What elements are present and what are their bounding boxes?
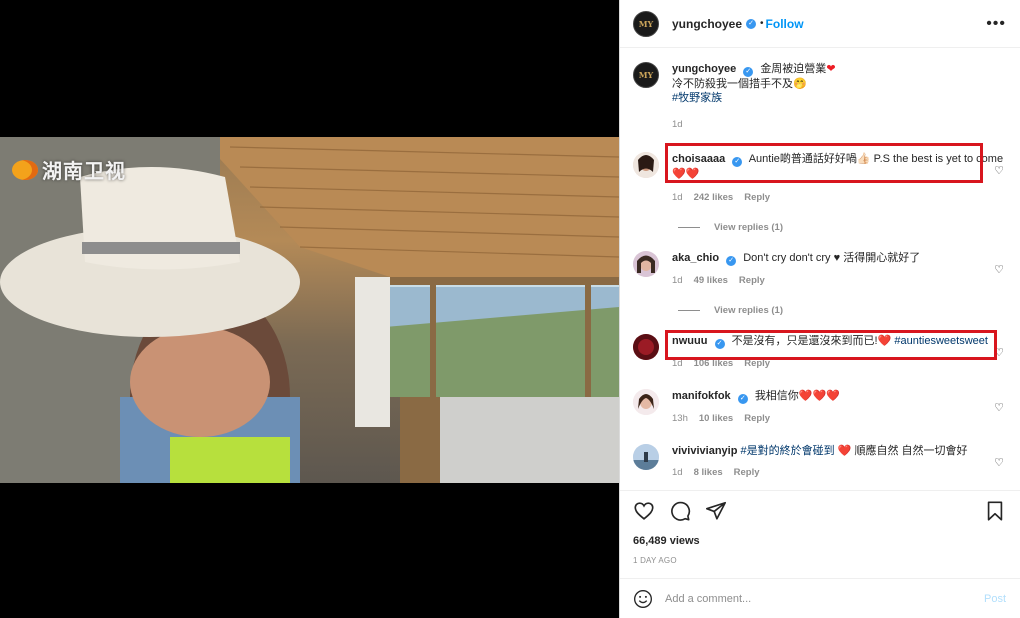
media-viewer[interactable]: 湖南卫视 [0,0,619,618]
verified-icon: ✓ [732,157,743,167]
verified-icon: ✓ [743,67,754,77]
divider-line [678,227,700,228]
verified-icon: ✓ [746,18,757,29]
caption-username[interactable]: yungchoyee [672,63,736,75]
post-timestamp: 1 DAY AGO [633,556,677,565]
verified-icon: ✓ [726,256,737,266]
comment-username[interactable]: vivivivianyip [672,445,737,457]
heart-icon[interactable]: ♡ [994,263,1004,276]
comment-icon[interactable] [669,500,691,522]
heart-emoji: ❤ [826,63,836,75]
add-comment-bar: Post [620,578,1020,618]
divider-line [678,310,700,311]
comment-text: 順應自然 自然一切會好 [854,445,968,457]
caption-time: 1d [672,119,683,130]
view-replies-label: View replies (1) [714,222,783,233]
comment-text: Don't cry don't cry ♥ 活得開心就好了 [743,252,921,264]
comment-likes[interactable]: 10 likes [699,412,733,426]
author-username[interactable]: yungchoyee [672,17,742,31]
bookmark-icon[interactable] [984,500,1006,522]
commenter-photo [633,334,659,360]
channel-logo-mark [12,159,38,180]
view-replies-button[interactable]: View replies (1) [678,222,1006,233]
caption-avatar[interactable]: MY [633,62,659,88]
post-side-panel: MY yungchoyee ✓ • Follow ••• MY yungchoy… [619,0,1020,618]
view-replies-label: View replies (1) [714,305,783,316]
comment-time: 13h [672,413,688,424]
comment-username[interactable]: nwuuu [672,335,707,347]
reply-button[interactable]: Reply [744,412,770,426]
comment-item: choisaaaa ✓ Auntie啲普通話好好喎👍🏻 P.S the best… [633,152,1006,205]
comment-likes[interactable]: 8 likes [694,466,723,480]
comment-hearts: ❤️❤️ [672,168,700,180]
reply-button[interactable]: Reply [744,191,770,205]
comment-time: 1d [672,358,683,369]
post-caption: MY yungchoyee ✓ 金周被迫營業❤ 冷不防殺我一個措手不及🤭 #牧野… [633,62,1006,132]
comment-item: nwuuu ✓ 不是沒有，只是還沒來到而已!❤️ #auntiesweetswe… [633,334,1006,371]
comments-list[interactable]: MY yungchoyee ✓ 金周被迫營業❤ 冷不防殺我一個措手不及🤭 #牧野… [620,49,1020,490]
commenter-avatar[interactable] [633,334,659,360]
post-header: MY yungchoyee ✓ • Follow ••• [620,0,1020,48]
comment-likes[interactable]: 106 likes [694,357,734,371]
commenter-avatar[interactable] [633,152,659,178]
comment-hearts: ❤️❤️❤️ [798,390,840,402]
caption-hashtag[interactable]: #牧野家族 [672,92,722,104]
comment-item: manifokfok ✓ 我相信你❤️❤️❤️ 13h 10 likes Rep… [633,389,1006,426]
commenter-avatar[interactable] [633,251,659,277]
view-count[interactable]: 66,489 views [633,535,1006,547]
heart-icon[interactable]: ♡ [994,164,1004,177]
commenter-photo [633,444,659,470]
comment-time: 1d [672,275,683,286]
verified-icon: ✓ [714,339,725,349]
commenter-photo [633,152,659,178]
comment-likes[interactable]: 49 likes [694,274,728,288]
comment-username[interactable]: choisaaaa [672,153,725,165]
comment-time: 1d [672,192,683,203]
comment-item: vivivivianyip #是對的終於會碰到 ❤️ 順應自然 自然一切會好 1… [633,444,1006,480]
video-still [0,137,619,483]
comment-hearts: ❤️ [837,445,852,457]
follow-button[interactable]: Follow [766,17,804,31]
caption-line2: 冷不防殺我一個措手不及🤭 [672,78,807,90]
comment-item: aka_chio ✓ Don't cry don't cry ♥ 活得開心就好了… [633,251,1006,288]
reply-button[interactable]: Reply [739,274,765,288]
view-replies-button[interactable]: View replies (1) [678,305,1006,316]
post-comment-button[interactable]: Post [984,593,1006,605]
heart-icon[interactable]: ♡ [994,456,1004,469]
commenter-avatar[interactable] [633,444,659,470]
verified-icon: ✓ [737,394,748,404]
channel-logo-text: 湖南卫视 [42,159,126,183]
video-frame[interactable]: 湖南卫视 [0,137,619,483]
more-options-icon[interactable]: ••• [986,15,1006,31]
heart-icon[interactable]: ♡ [994,346,1004,359]
comment-username[interactable]: manifokfok [672,390,731,402]
heart-icon[interactable]: ♡ [994,401,1004,414]
heart-icon[interactable] [633,500,655,522]
comment-time: 1d [672,467,683,478]
commenter-photo [633,389,659,415]
reply-button[interactable]: Reply [734,466,760,480]
comment-input[interactable] [665,592,984,605]
author-avatar[interactable]: MY [633,10,659,37]
share-icon[interactable] [705,500,727,522]
commenter-photo [633,251,659,277]
comment-text: Auntie啲普通話好好喎👍🏻 P.S the best is yet to c… [748,153,1004,165]
reply-button[interactable]: Reply [744,357,770,371]
comment-username[interactable]: aka_chio [672,252,719,264]
commenter-avatar[interactable] [633,389,659,415]
comment-text: 不是沒有，只是還沒來到而已! [731,335,878,347]
emoji-icon[interactable] [633,589,653,609]
channel-watermark: 湖南卫视 [12,155,126,184]
comment-hearts: ❤️ [877,335,892,347]
caption-line1: 金周被迫營業 [760,63,827,75]
post-actions: 66,489 views 1 DAY AGO [620,490,1020,565]
comment-hashtag[interactable]: #auntiesweetsweet [894,335,988,347]
comment-text: 我相信你 [754,390,799,402]
comment-likes[interactable]: 242 likes [694,191,734,205]
comment-hashtag[interactable]: #是對的終於會碰到 [741,445,835,457]
